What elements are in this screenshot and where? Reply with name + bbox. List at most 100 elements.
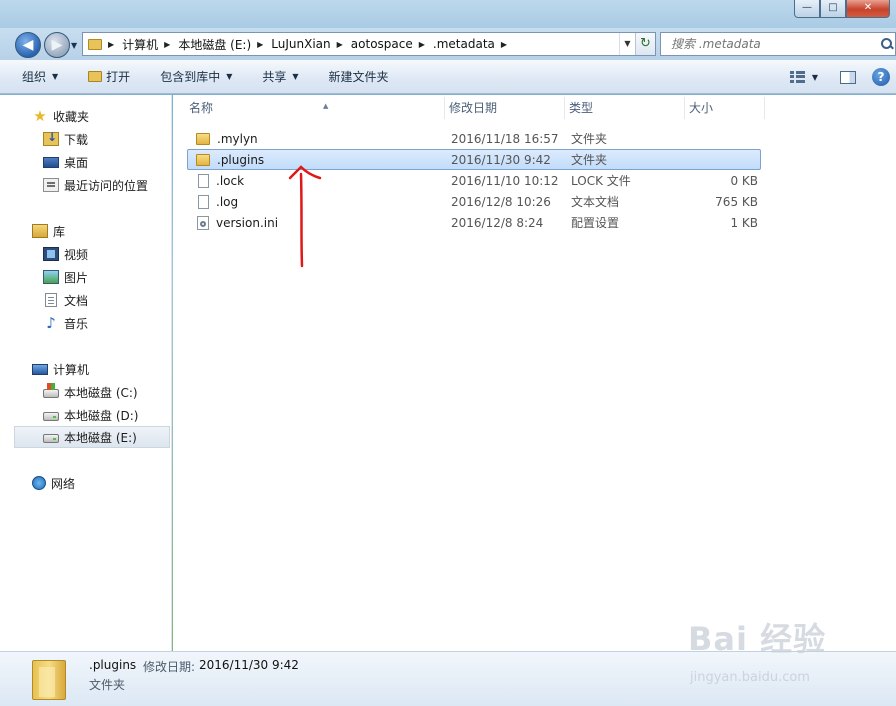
- nav-label: 图片: [64, 270, 89, 285]
- breadcrumb-item[interactable]: .metadata ▶: [433, 37, 515, 51]
- chevron-right-icon[interactable]: ▶: [501, 40, 507, 49]
- column-header-name[interactable]: 名称 ▲: [185, 97, 445, 119]
- file-type: 文本文档: [571, 195, 620, 209]
- nav-pictures[interactable]: 图片: [43, 266, 88, 288]
- nav-downloads[interactable]: 下载: [43, 128, 88, 150]
- file-size: 0 KB: [730, 174, 758, 188]
- include-library-label: 包含到库中: [160, 70, 221, 84]
- nav-drive-d[interactable]: 本地磁盘 (D:): [43, 404, 138, 426]
- sort-ascending-icon: ▲: [323, 102, 329, 110]
- file-name: version.ini: [216, 216, 279, 230]
- address-bar[interactable]: ▶ 计算机 ▶ 本地磁盘 (E:) ▶ LuJunXian ▶ aotospace ▶ …: [82, 32, 656, 56]
- search-input[interactable]: [661, 37, 879, 51]
- picture-icon: [43, 270, 59, 284]
- view-dropdown-icon[interactable]: ▼: [812, 73, 818, 82]
- nav-label: 本地磁盘 (D:): [64, 408, 139, 423]
- file-name: .plugins: [217, 153, 265, 167]
- nav-drive-c[interactable]: 本地磁盘 (C:): [43, 381, 138, 403]
- navigation-pane: ★ 收藏夹 下载 桌面 最近访问的位置 库 视频 图片 文档 ♪ 音乐 计算机 本地…: [0, 95, 172, 651]
- breadcrumb-root[interactable]: ▶: [108, 40, 122, 49]
- file-row[interactable]: version.ini 2016/12/8 8:24 配置设置 1 KB: [187, 212, 761, 233]
- file-name-cell: .lock: [190, 171, 244, 191]
- file-row[interactable]: .mylyn 2016/11/18 16:57 文件夹: [187, 128, 761, 149]
- annotation-arrow-icon: [288, 165, 322, 268]
- chevron-right-icon[interactable]: ▶: [419, 40, 425, 49]
- file-name-cell: .log: [190, 192, 238, 212]
- breadcrumb-item[interactable]: 计算机 ▶: [122, 36, 178, 53]
- minimize-button[interactable]: —: [794, 0, 820, 18]
- chevron-down-icon: ▼: [52, 72, 59, 81]
- desktop-icon: [43, 156, 59, 168]
- nav-network[interactable]: 网络: [32, 472, 75, 494]
- share-button[interactable]: 共享 ▼: [262, 68, 298, 85]
- breadcrumb-item[interactable]: LuJunXian ▶: [271, 37, 351, 51]
- file-icon: [198, 195, 209, 209]
- back-button[interactable]: ◀: [15, 32, 41, 58]
- organize-button[interactable]: 组织 ▼: [22, 68, 58, 85]
- help-icon[interactable]: ?: [872, 68, 890, 86]
- maximize-button[interactable]: □: [820, 0, 846, 18]
- star-icon: ★: [33, 107, 47, 125]
- music-note-icon: ♪: [46, 314, 56, 332]
- document-icon: [45, 293, 57, 307]
- view-options-icon[interactable]: [789, 71, 806, 83]
- folder-icon: [32, 660, 66, 700]
- breadcrumb-label: 本地磁盘 (E:): [178, 37, 252, 52]
- file-date: 2016/12/8 10:26: [451, 195, 551, 209]
- recent-pages-dropdown[interactable]: ▼: [71, 41, 77, 50]
- nav-computer[interactable]: 计算机: [32, 358, 89, 380]
- address-row: ◀ ▶ ▼ ▶ 计算机 ▶ 本地磁盘 (E:) ▶ LuJunXian ▶ aotos…: [0, 28, 896, 60]
- nav-music[interactable]: ♪ 音乐: [43, 312, 88, 334]
- breadcrumb-label: .metadata: [432, 37, 495, 51]
- file-size: 765 KB: [715, 195, 758, 209]
- chevron-down-icon: ▼: [226, 72, 233, 81]
- file-name-cell: .mylyn: [190, 129, 258, 149]
- chevron-right-icon[interactable]: ▶: [164, 40, 170, 49]
- file-name: .lock: [216, 174, 245, 188]
- column-header-type[interactable]: 类型: [565, 97, 685, 119]
- file-type: 文件夹: [571, 132, 608, 146]
- file-type: 文件夹: [571, 153, 608, 167]
- toolbar-right: ▼ ?: [789, 60, 896, 94]
- address-dropdown-icon[interactable]: ▼: [619, 33, 635, 55]
- search-box[interactable]: [660, 32, 896, 56]
- include-library-button[interactable]: 包含到库中 ▼: [160, 68, 232, 85]
- new-folder-button[interactable]: 新建文件夹: [329, 68, 389, 85]
- nav-label: 收藏夹: [53, 109, 90, 124]
- nav-recent-places[interactable]: 最近访问的位置: [43, 174, 148, 196]
- column-header-date[interactable]: 修改日期: [445, 97, 565, 119]
- chevron-right-icon[interactable]: ▶: [257, 40, 263, 49]
- forward-button[interactable]: ▶: [44, 32, 70, 58]
- nav-favorites[interactable]: ★ 收藏夹: [32, 105, 89, 127]
- breadcrumb-item[interactable]: aotospace ▶: [351, 37, 433, 51]
- chevron-right-icon[interactable]: ▶: [337, 40, 343, 49]
- search-icon[interactable]: [879, 37, 893, 51]
- video-icon: [43, 247, 59, 261]
- nav-libraries[interactable]: 库: [32, 220, 65, 242]
- details-name: .plugins: [89, 658, 137, 672]
- file-row[interactable]: .lock 2016/11/10 10:12 LOCK 文件 0 KB: [187, 170, 761, 191]
- breadcrumb-item[interactable]: 本地磁盘 (E:) ▶: [178, 36, 271, 53]
- open-button[interactable]: 打开: [88, 68, 130, 85]
- file-name-cell: .plugins: [190, 150, 264, 170]
- column-label: 大小: [689, 101, 714, 115]
- breadcrumb-label: 计算机: [122, 37, 159, 52]
- file-row[interactable]: .log 2016/12/8 10:26 文本文档 765 KB: [187, 191, 761, 212]
- preview-pane-icon[interactable]: [840, 70, 856, 84]
- file-row-selected[interactable]: .plugins 2016/11/30 9:42 文件夹: [187, 149, 761, 170]
- breadcrumb-label: aotospace: [350, 37, 413, 51]
- nav-desktop[interactable]: 桌面: [43, 151, 88, 173]
- new-folder-label: 新建文件夹: [328, 70, 389, 84]
- file-date: 2016/12/8 8:24: [451, 216, 544, 230]
- refresh-icon[interactable]: ↻: [635, 33, 655, 55]
- file-date: 2016/11/10 10:12: [451, 174, 559, 188]
- file-name: .log: [216, 195, 239, 209]
- computer-icon: [32, 363, 48, 375]
- nav-label: 本地磁盘 (E:): [64, 430, 137, 445]
- nav-documents[interactable]: 文档: [43, 289, 88, 311]
- nav-videos[interactable]: 视频: [43, 243, 88, 265]
- nav-drive-e[interactable]: 本地磁盘 (E:): [14, 426, 170, 448]
- column-header-size[interactable]: 大小: [685, 97, 765, 119]
- close-button[interactable]: ✕: [846, 0, 890, 18]
- title-bar: — □ ✕: [0, 0, 896, 28]
